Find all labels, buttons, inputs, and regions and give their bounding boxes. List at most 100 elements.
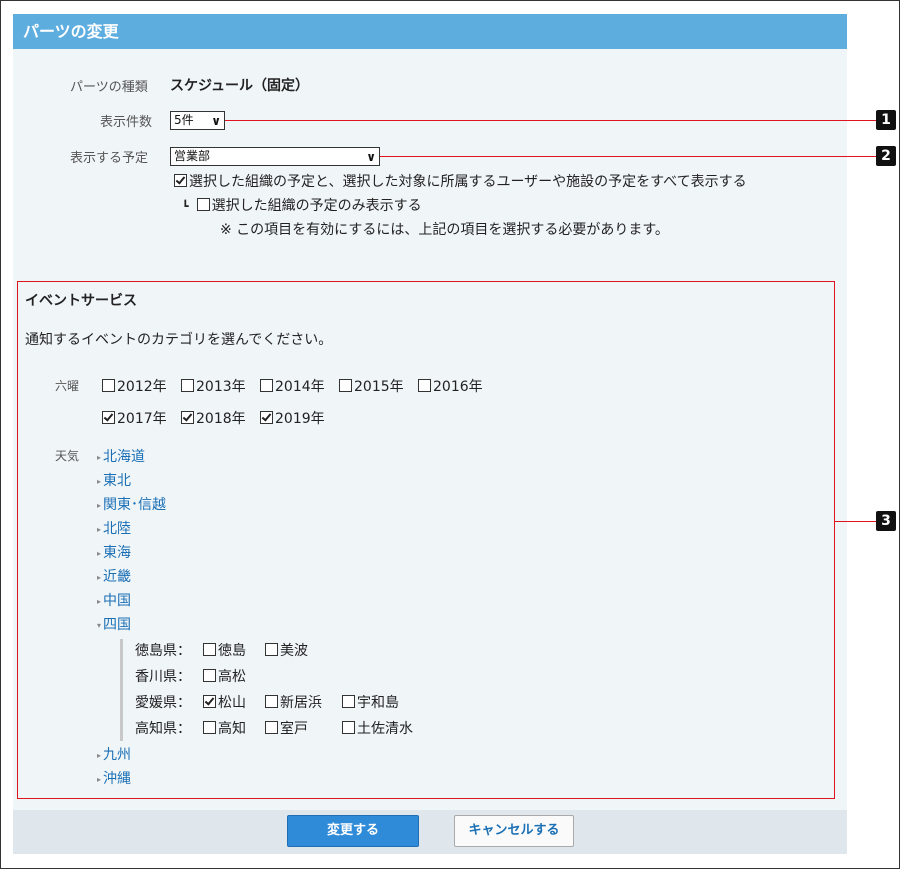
display-schedule-select[interactable]: 営業部 ∨ xyxy=(170,147,380,166)
region-link[interactable]: ▸ 北海道 xyxy=(97,446,145,466)
region-label: 九州 xyxy=(103,747,132,763)
checkbox[interactable] xyxy=(265,721,278,734)
region-link[interactable]: ▸ 関東･信越 xyxy=(97,494,166,514)
checkbox-label: 室戸 xyxy=(280,721,308,737)
caret-right-icon: ▸ xyxy=(97,477,102,486)
region-link[interactable]: ▸ 東海 xyxy=(97,542,131,562)
checkbox[interactable] xyxy=(339,379,352,392)
region-label: 中国 xyxy=(103,593,132,609)
callout-badge-2: 2 xyxy=(876,146,896,166)
checkbox-label: 2018年 xyxy=(196,411,246,427)
checkbox[interactable] xyxy=(260,411,273,424)
display-schedule-label: 表示する予定 xyxy=(70,151,149,166)
checkbox[interactable] xyxy=(102,411,115,424)
region-link[interactable]: ▸ 北陸 xyxy=(97,518,131,538)
prefecture-label: 愛媛県： xyxy=(135,695,191,711)
caret-right-icon: ▸ xyxy=(97,775,102,784)
city-option[interactable]: 新居浜 xyxy=(265,692,322,712)
region-link[interactable]: ▸ 中国 xyxy=(97,590,131,610)
region-link[interactable]: ▸ 九州 xyxy=(97,744,131,764)
checkbox-label: 2012年 xyxy=(117,379,167,395)
checkbox[interactable] xyxy=(203,721,216,734)
checkbox[interactable] xyxy=(181,379,194,392)
region-label: 北陸 xyxy=(103,521,132,537)
region-label: 北海道 xyxy=(103,449,146,465)
checkbox[interactable] xyxy=(203,695,216,708)
display-count-select[interactable]: 5件 ∨ xyxy=(170,111,225,130)
caret-right-icon: ▸ xyxy=(97,525,102,534)
title-bar: パーツの変更 xyxy=(13,14,847,49)
shikoku-indent-line xyxy=(120,639,123,741)
checkbox[interactable] xyxy=(418,379,431,392)
cancel-button[interactable]: キャンセルする xyxy=(454,815,574,847)
option-show-all-label: 選択した組織の予定と、選択した対象に所属するユーザーや施設の予定をすべて表示する xyxy=(189,174,747,190)
checkbox-label: 2013年 xyxy=(196,379,246,395)
weather-label: 天気 xyxy=(55,449,80,463)
checkbox-show-all[interactable] xyxy=(174,174,187,187)
year-option[interactable]: 2013年 xyxy=(181,376,246,396)
region-label: 東北 xyxy=(103,473,132,489)
year-option[interactable]: 2018年 xyxy=(181,408,246,428)
city-option[interactable]: 室戸 xyxy=(265,718,308,738)
checkbox[interactable] xyxy=(265,643,278,656)
caret-down-icon: ▾ xyxy=(97,621,102,630)
city-option[interactable]: 宇和島 xyxy=(342,692,399,712)
checkbox-label: 松山 xyxy=(218,695,246,711)
rokuyo-label: 六曜 xyxy=(55,379,80,393)
region-label: 沖縄 xyxy=(103,771,132,787)
callout-badge-1: 1 xyxy=(876,110,896,130)
callout-line-3 xyxy=(835,521,876,522)
checkbox[interactable] xyxy=(260,379,273,392)
city-option[interactable]: 高知 xyxy=(203,718,246,738)
chevron-down-icon: ∨ xyxy=(211,114,221,128)
city-option[interactable]: 土佐清水 xyxy=(342,718,413,738)
year-option[interactable]: 2017年 xyxy=(102,408,167,428)
checkbox[interactable] xyxy=(102,379,115,392)
option-show-only[interactable]: ┗ 選択した組織の予定のみ表示する xyxy=(182,195,422,215)
year-option[interactable]: 2019年 xyxy=(260,408,325,428)
callout-line-1 xyxy=(225,120,876,121)
option-show-all[interactable]: 選択した組織の予定と、選択した対象に所属するユーザーや施設の予定をすべて表示する xyxy=(174,171,747,191)
region-link[interactable]: ▸ 沖縄 xyxy=(97,768,131,788)
region-link[interactable]: ▾ 四国 xyxy=(97,614,131,634)
region-label: 東海 xyxy=(103,545,132,561)
submit-button[interactable]: 変更する xyxy=(287,815,419,847)
caret-right-icon: ▸ xyxy=(97,453,102,462)
checkbox-label: 2017年 xyxy=(117,411,167,427)
checkbox-label: 2015年 xyxy=(354,379,404,395)
region-link[interactable]: ▸ 東北 xyxy=(97,470,131,490)
checkbox-label: 高松 xyxy=(218,669,246,685)
checkbox[interactable] xyxy=(203,643,216,656)
page-title: パーツの変更 xyxy=(23,22,119,41)
event-service-instruction: 通知するイベントのカテゴリを選んでください。 xyxy=(25,332,333,348)
checkbox-label: 美波 xyxy=(280,643,308,659)
checkbox-label: 2016年 xyxy=(433,379,483,395)
checkbox-label: 土佐清水 xyxy=(357,721,413,737)
checkbox-show-only[interactable] xyxy=(196,198,210,211)
display-count-value: 5件 xyxy=(174,113,194,127)
checkbox[interactable] xyxy=(342,695,355,708)
caret-right-icon: ▸ xyxy=(97,549,102,558)
region-link[interactable]: ▸ 近畿 xyxy=(97,566,131,586)
checkbox[interactable] xyxy=(203,669,216,682)
prefecture-label: 香川県： xyxy=(135,669,191,685)
region-label: 関東･信越 xyxy=(103,497,167,513)
caret-right-icon: ▸ xyxy=(97,573,102,582)
city-option[interactable]: 美波 xyxy=(265,640,308,660)
checkbox-label: 2019年 xyxy=(275,411,325,427)
checkbox[interactable] xyxy=(265,695,278,708)
parts-type-label: パーツの種類 xyxy=(70,80,148,95)
city-option[interactable]: 高松 xyxy=(203,666,246,686)
year-option[interactable]: 2012年 xyxy=(102,376,167,396)
checkbox[interactable] xyxy=(181,411,194,424)
city-option[interactable]: 松山 xyxy=(203,692,246,712)
year-option[interactable]: 2015年 xyxy=(339,376,404,396)
year-option[interactable]: 2016年 xyxy=(418,376,483,396)
callout-line-2 xyxy=(380,156,876,157)
display-schedule-value: 営業部 xyxy=(174,149,211,163)
city-option[interactable]: 徳島 xyxy=(203,640,246,660)
option-show-only-label: 選択した組織の予定のみ表示する xyxy=(211,198,422,214)
checkbox[interactable] xyxy=(342,721,355,734)
prefecture-label: 徳島県： xyxy=(135,643,191,659)
year-option[interactable]: 2014年 xyxy=(260,376,325,396)
